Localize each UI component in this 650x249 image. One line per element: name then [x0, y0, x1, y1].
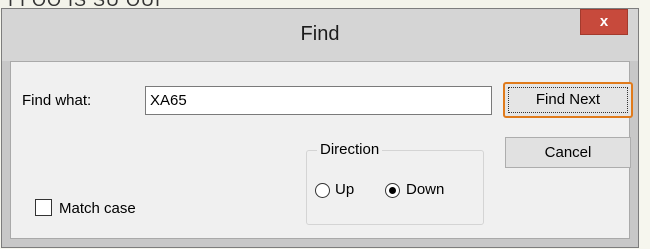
radio-down[interactable] [385, 183, 400, 198]
match-case-label[interactable]: Match case [59, 200, 136, 217]
cancel-button[interactable]: Cancel [505, 137, 631, 168]
find-what-label: Find what: [22, 92, 92, 109]
dialog-title: Find [300, 23, 340, 45]
close-button[interactable]: x [580, 9, 628, 35]
direction-group: Direction Up Down [306, 141, 484, 225]
find-dialog: Find x Find what: Find Next Cancel Direc… [1, 8, 639, 248]
dialog-body: Find what: Find Next Cancel Direction Up… [10, 61, 633, 239]
title-bar[interactable]: Find x [2, 9, 638, 61]
find-next-label: Find Next [508, 87, 628, 113]
radio-down-label[interactable]: Down [406, 181, 444, 198]
find-what-input[interactable] [145, 86, 492, 115]
close-icon: x [599, 13, 609, 30]
match-case-checkbox[interactable] [35, 199, 52, 216]
find-next-button[interactable]: Find Next [503, 82, 633, 118]
background-right-strip [640, 0, 650, 249]
radio-up-label[interactable]: Up [335, 181, 354, 198]
radio-up[interactable] [315, 183, 330, 198]
direction-label: Direction [317, 141, 383, 158]
